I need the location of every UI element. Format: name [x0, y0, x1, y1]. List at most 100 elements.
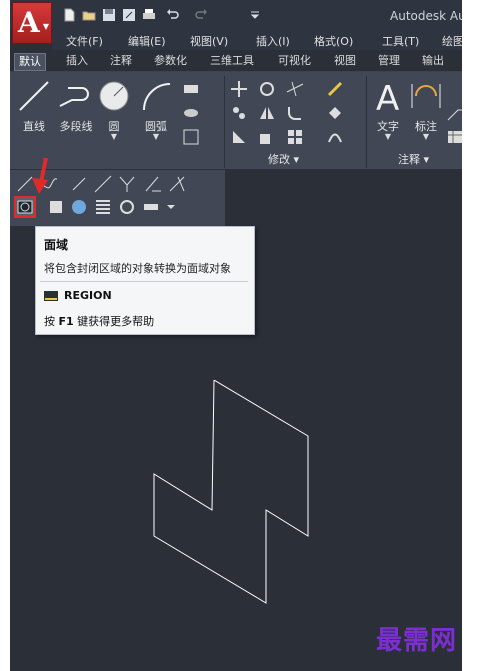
- mirror-icon[interactable]: [258, 104, 276, 122]
- wipeout-icon[interactable]: [142, 198, 160, 216]
- xline-icon[interactable]: [94, 175, 112, 193]
- polyline-icon: [59, 87, 89, 107]
- tab-3d-tools[interactable]: 三维工具: [206, 53, 258, 69]
- panel-separator: [366, 76, 367, 168]
- menu-draw[interactable]: 绘图: [442, 33, 462, 49]
- trim-icon[interactable]: [286, 80, 304, 98]
- fillet-icon[interactable]: [286, 104, 304, 122]
- hatch-icon[interactable]: [182, 104, 200, 122]
- menu-insert[interactable]: 插入(I): [256, 33, 290, 49]
- circle-tool-icon[interactable]: [118, 198, 136, 216]
- tab-insert[interactable]: 插入: [62, 53, 92, 69]
- copy-icon[interactable]: [230, 104, 248, 122]
- autocad-window: Autodesk Au A ▼ 文件(F) 编辑(E) 视图(V) 插入(I) …: [10, 0, 462, 671]
- polyline-button[interactable]: 多段线: [56, 78, 96, 136]
- quick-access-dropdown-icon[interactable]: [248, 8, 262, 22]
- tab-manage[interactable]: 管理: [374, 53, 404, 69]
- tooltip-help: 按 F1 键获得更多帮助: [44, 313, 154, 329]
- donut-icon[interactable]: [168, 175, 186, 193]
- drawing-shape: [153, 379, 309, 604]
- tab-default[interactable]: 默认: [14, 53, 46, 71]
- command-line-icon: [44, 289, 58, 303]
- line-icon: [19, 81, 49, 111]
- scale-icon[interactable]: [258, 128, 276, 146]
- block-icon[interactable]: [48, 198, 66, 216]
- panel-separator: [224, 76, 225, 168]
- save-icon[interactable]: [102, 8, 116, 22]
- region-button[interactable]: [14, 196, 36, 218]
- text-icon: A: [376, 79, 399, 114]
- ellipse-arc-icon[interactable]: [144, 175, 162, 193]
- region-drawing: [140, 379, 330, 613]
- tooltip-command: REGION: [64, 289, 112, 302]
- chevron-down-icon[interactable]: ▼: [136, 132, 176, 141]
- rectangle-icon[interactable]: [182, 80, 200, 98]
- chevron-down-icon[interactable]: ▼: [94, 132, 134, 141]
- red-arrow-pointer: [32, 157, 52, 199]
- ribbon: 直线 多段线 圆 ▼ 圆弧 ▼ 修改 ▾ A 文字 ▼ 标注 ▼ 注释 ▾: [10, 72, 462, 170]
- tab-annotate[interactable]: 注释: [106, 53, 136, 69]
- ray-icon[interactable]: [70, 175, 88, 193]
- table-icon[interactable]: [446, 128, 462, 146]
- dimension-icon: [411, 84, 441, 108]
- site-watermark: 最需网: [376, 626, 458, 656]
- explode-icon[interactable]: [326, 104, 344, 122]
- title-bar: Autodesk Au: [10, 0, 462, 30]
- boundary-icon[interactable]: [182, 128, 200, 146]
- region-icon: [17, 200, 33, 214]
- circle-button[interactable]: 圆 ▼: [94, 78, 134, 141]
- offset-icon[interactable]: [326, 128, 344, 146]
- undo-icon[interactable]: [166, 8, 180, 22]
- annotation-panel-label[interactable]: 注释 ▾: [398, 151, 429, 167]
- arc-icon: [143, 83, 171, 111]
- leader-icon[interactable]: [446, 104, 462, 122]
- application-menu-button[interactable]: A ▼: [12, 2, 52, 44]
- array-icon[interactable]: [286, 128, 304, 146]
- canvas-top: [225, 170, 462, 226]
- menu-format[interactable]: 格式(O): [314, 33, 353, 49]
- tab-visualize[interactable]: 可视化: [274, 53, 315, 69]
- menu-edit[interactable]: 编辑(E): [128, 33, 166, 49]
- arc-button[interactable]: 圆弧 ▼: [136, 78, 176, 141]
- modify-panel-label[interactable]: 修改 ▾: [268, 151, 299, 167]
- region-tooltip: 面域 将包含封闭区域的对象转换为面域对象 REGION 按 F1 键获得更多帮助: [35, 226, 255, 335]
- print-icon[interactable]: [142, 8, 156, 22]
- autocad-logo: A: [18, 6, 40, 39]
- erase-icon[interactable]: [326, 80, 344, 98]
- save-as-icon[interactable]: [122, 8, 136, 22]
- dimension-button[interactable]: 标注 ▼: [406, 78, 446, 141]
- svg-text:A: A: [376, 79, 399, 114]
- line-label: 直线: [23, 120, 45, 133]
- move-icon[interactable]: [230, 80, 248, 98]
- stretch-icon[interactable]: [230, 128, 248, 146]
- menu-bar: 文件(F) 编辑(E) 视图(V) 插入(I) 格式(O) 工具(T) 绘图: [52, 30, 462, 50]
- tooltip-help-suffix: 键获得更多帮助: [77, 315, 155, 328]
- tab-parametric[interactable]: 参数化: [150, 53, 191, 69]
- tab-output[interactable]: 输出: [418, 53, 448, 69]
- chevron-down-icon[interactable]: ▼: [406, 132, 446, 141]
- menu-view[interactable]: 视图(V): [190, 33, 228, 49]
- line-button[interactable]: 直线: [14, 78, 54, 136]
- tooltip-help-key: F1: [58, 315, 74, 328]
- app-title: Autodesk Au: [390, 9, 462, 23]
- table-tool-icon[interactable]: [94, 198, 112, 216]
- chevron-down-icon: ▼: [42, 22, 49, 31]
- rotate-icon[interactable]: [258, 80, 276, 98]
- tooltip-title: 面域: [44, 238, 69, 252]
- tooltip-help-prefix: 按: [44, 315, 55, 328]
- tooltip-divider: [40, 281, 248, 282]
- open-folder-icon[interactable]: [82, 8, 96, 22]
- text-button[interactable]: A 文字 ▼: [368, 78, 408, 141]
- tab-view[interactable]: 视图: [330, 53, 360, 69]
- ribbon-tabs: 默认 插入 注释 参数化 三维工具 可视化 视图 管理 输出: [10, 51, 462, 72]
- chevron-down-icon[interactable]: ▼: [368, 132, 408, 141]
- gradient-icon[interactable]: [70, 198, 88, 216]
- menu-file[interactable]: 文件(F): [66, 33, 103, 49]
- multiline-icon[interactable]: [118, 175, 136, 193]
- circle-icon: [99, 81, 129, 111]
- new-file-icon[interactable]: [62, 8, 76, 22]
- chevron-down-icon[interactable]: [162, 198, 180, 216]
- redo-icon[interactable]: [194, 8, 208, 22]
- tooltip-description: 将包含封闭区域的对象转换为面域对象: [44, 262, 231, 275]
- menu-tools[interactable]: 工具(T): [382, 33, 419, 49]
